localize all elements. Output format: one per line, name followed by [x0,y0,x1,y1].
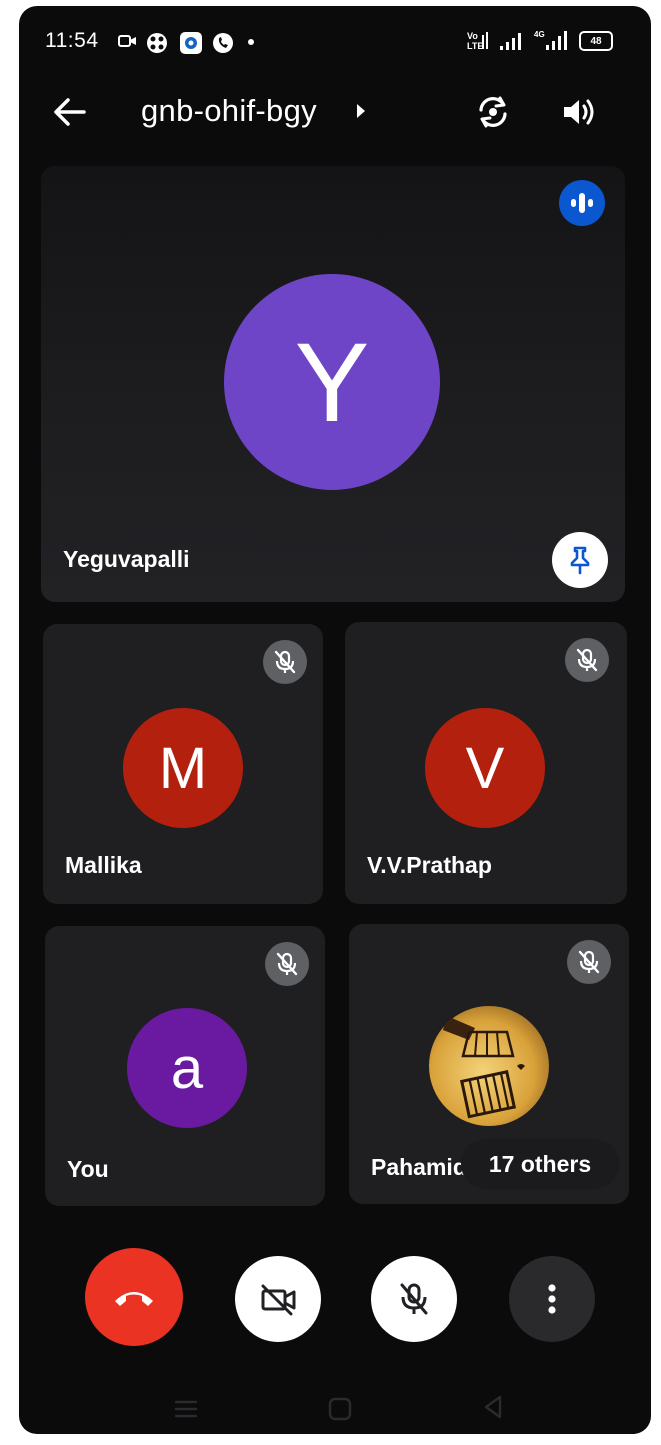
screen-record-icon [180,32,202,54]
meeting-code[interactable]: gnb-ohif-bgy [141,93,317,129]
avatar: a [127,1008,247,1128]
phone-screen: 11:54 Vo LTE 4G 48 gnb-ohif-bgy Y Yeguva… [19,6,651,1434]
signal-4g-icon: 4G [534,30,567,50]
back-icon[interactable] [481,1394,505,1420]
avatar-photo [429,1006,549,1126]
mic-off-icon [576,648,598,672]
avatar-initial: M [158,735,208,801]
svg-text:Vo: Vo [467,31,478,41]
camera-toggle-button[interactable] [235,1256,321,1342]
audio-level-icon [571,193,593,213]
volte-icon: Vo LTE [467,31,488,51]
mic-off-icon [276,952,298,976]
avatar-initial: Y [294,319,370,445]
speaking-indicator [559,180,605,226]
avatar-initial: a [170,1035,204,1101]
svg-text:4G: 4G [534,30,545,39]
status-time: 11:54 [45,29,99,52]
home-icon[interactable] [327,1396,353,1422]
switch-camera-button[interactable] [469,88,517,136]
battery-icon: 48 [579,31,613,51]
mic-muted-badge [265,942,309,986]
pin-button[interactable] [552,532,608,588]
mic-toggle-button[interactable] [371,1256,457,1342]
svg-text:LTE: LTE [467,41,483,51]
participant-tile[interactable]: M Mallika [43,624,323,904]
recents-icon[interactable] [173,1398,199,1420]
mic-off-icon [274,650,296,674]
phone-call-icon [213,33,233,53]
switch-camera-icon [479,96,507,128]
others-count-chip[interactable]: 17 others [461,1139,619,1189]
camera-off-icon [261,1284,296,1316]
speaker-icon [564,99,594,125]
back-arrow-icon [54,98,86,126]
participant-name: Yeguvapalli [63,546,190,572]
participant-tile[interactable]: a You [45,926,325,1206]
pin-icon [570,546,590,575]
others-count-label: 17 others [488,1150,592,1177]
video-notification-icon [118,35,136,47]
caret-right-icon[interactable] [355,102,367,120]
back-button[interactable] [47,90,91,134]
participant-tile[interactable]: V V.V.Prathap [345,622,627,904]
mic-off-icon [400,1283,428,1315]
end-call-icon [115,1292,153,1306]
avatar-initial: V [465,735,505,801]
more-options-button[interactable] [509,1256,595,1342]
audio-output-button[interactable] [555,88,603,136]
avatar: V [425,708,545,828]
avatar: M [123,708,243,828]
main-participant-tile[interactable]: Y Yeguvapalli [41,166,625,602]
participant-name: V.V.Prathap [367,852,492,878]
more-vert-icon [548,1284,556,1314]
lamp-cage-illustration [443,1016,525,1119]
signal-icon [500,33,521,50]
call-header: gnb-ohif-bgy [19,76,651,146]
mic-muted-badge [263,640,307,684]
mic-muted-badge [567,940,611,984]
mic-muted-badge [565,638,609,682]
app-notification-icon [147,33,167,53]
participant-name: You [67,1156,109,1182]
participant-name: Mallika [65,852,142,878]
end-call-button[interactable] [85,1248,183,1346]
dot-icon [248,39,254,45]
mic-off-icon [578,950,600,974]
avatar: Y [224,274,440,490]
status-bar: 11:54 Vo LTE 4G 48 [19,28,651,58]
